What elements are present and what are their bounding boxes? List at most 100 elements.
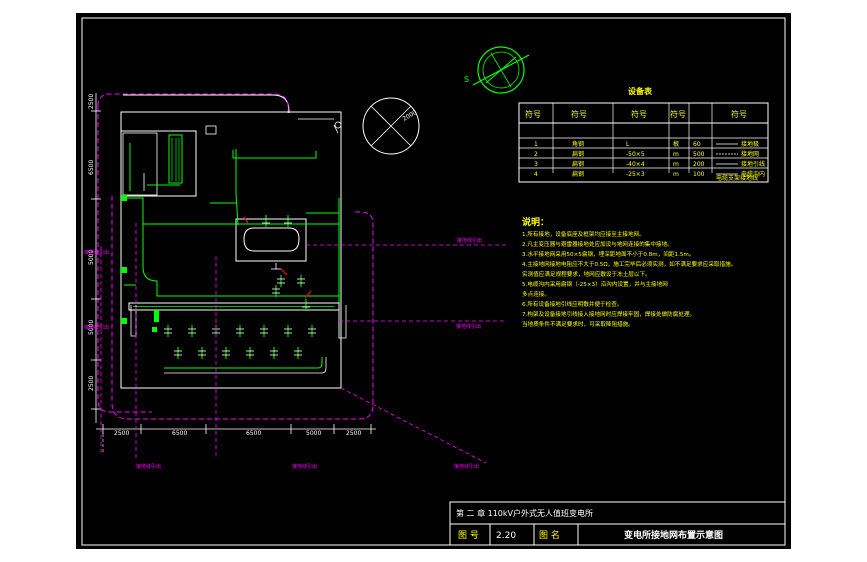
dim-left: 6500 — [88, 160, 95, 175]
control-building — [120, 130, 197, 197]
site-plan — [97, 93, 374, 420]
dim-left: 2500 — [88, 94, 95, 109]
table-cell-no: 1 — [534, 141, 538, 148]
equipment-mark — [164, 325, 172, 337]
dim-bottom: 6500 — [172, 430, 187, 437]
drawing-border — [81, 17, 786, 546]
table-cell-unit: m — [673, 151, 679, 158]
dim-bottom: 2500 — [346, 430, 361, 437]
table-header: 符号 — [731, 109, 747, 119]
dim-bottom: 6500 — [246, 430, 261, 437]
equipment-mark — [198, 347, 206, 359]
table-cell-spec: -50×5 — [626, 151, 645, 158]
note-line: 2.凡主变压器与避雷器接地处应加设与地网连接的集中接地。 — [522, 240, 673, 248]
leader-label: 接地线引出 — [136, 463, 161, 470]
fig-number: 2.20 — [496, 531, 516, 541]
transformer-area — [235, 218, 307, 270]
note-line: 7.构架及设备接地引线接入接地网时应焊接牢固，焊接处做防腐处理。 — [522, 310, 695, 318]
equipment-mark — [174, 347, 182, 359]
equipment-mark — [236, 325, 244, 337]
leader-label: 接地线引出 — [456, 323, 481, 330]
table-header: 符号 — [670, 109, 686, 119]
dim-bottom: 2500 — [114, 430, 129, 437]
boundary-path — [97, 93, 289, 113]
table-cell-no: 3 — [534, 161, 538, 168]
equipment-mark — [246, 347, 254, 359]
equipment-mark — [277, 275, 285, 287]
table-cell-unit: m — [673, 171, 679, 178]
note-line: 4.主接地网接地电阻应不大于0.5Ω，施工完毕后必须实测，如不满足要求应采取措施… — [522, 260, 736, 268]
equipment-mark — [272, 285, 280, 297]
table-cell-no: 4 — [534, 171, 538, 178]
equipment-mark — [297, 275, 305, 287]
equipment-mark — [284, 215, 292, 227]
table-cell-qty: 200 — [693, 161, 705, 168]
leader-label: 接地线引出 — [84, 249, 109, 256]
table-cell-name: 角钢 — [572, 140, 584, 148]
table-cell-spec: -25×3 — [626, 171, 645, 178]
leader-label: 接地线引出 — [457, 237, 482, 244]
table-cell-legend: 接地引线 — [741, 160, 765, 168]
table-cell-unit: m — [673, 161, 679, 168]
table-title: 设备表 — [628, 86, 653, 96]
drawing-canvas: S 2000 设备表 符号 符号 符号 符号 符号 1 角钢 L 根 60 接地极 2 扁钢 -… — [76, 13, 791, 549]
site-circle: 2000 — [362, 97, 420, 155]
equipment-mark — [262, 215, 270, 227]
title-block: 第 二 章 110kV户外式无人值班变电所 图 号 2.20 图 名 变电所接地… — [449, 501, 786, 546]
table-cell-name: 扁钢 — [572, 170, 584, 178]
equipment-mark — [308, 325, 316, 337]
table-cell-qty: 100 — [693, 171, 705, 178]
equipment-table: 设备表 符号 符号 符号 符号 符号 1 角钢 L 根 60 接地极 2 扁钢 -50×5 m 50… — [518, 86, 769, 183]
table-cell-spec: -40×4 — [626, 161, 645, 168]
table-cell-no: 2 — [534, 151, 538, 158]
note-line: 实测值应满足规程要求，地网应敷设于冻土层以下。 — [522, 270, 651, 278]
equipment-mark — [294, 347, 302, 359]
ground-rod — [121, 318, 127, 324]
table-cell-spec: L — [626, 141, 630, 148]
ground-rod — [121, 195, 127, 201]
table-header: 符号 — [525, 109, 541, 119]
dim-bottom: 5000 — [306, 430, 321, 437]
ground-rod — [152, 327, 157, 332]
dimensions-bottom: 2500 6500 6500 5000 2500 — [96, 424, 376, 453]
table-cell-qty: 500 — [693, 151, 705, 158]
boundary-path — [97, 106, 152, 413]
equipment-mark — [260, 325, 268, 337]
fig-number-label: 图 号 — [458, 530, 479, 541]
leader-lines — [100, 223, 506, 464]
compass-label: S — [464, 75, 469, 84]
table-header: 符号 — [571, 109, 587, 119]
ground-rod — [121, 267, 127, 273]
table-cell-qty: 60 — [693, 141, 701, 148]
table-cell-name: 扁钢 — [572, 150, 584, 158]
fence — [120, 111, 342, 389]
note-line: 5.电缆沟内采用扁钢（-25×3）沿沟内设置，并与主接地网 — [522, 280, 668, 288]
equipment-mark — [302, 299, 310, 311]
note-line: 多点连接。 — [522, 290, 550, 298]
equipment-mark — [188, 325, 196, 337]
cable-trench — [128, 302, 347, 374]
notes-title: 说明： — [522, 216, 549, 228]
equipment-mark — [222, 347, 230, 359]
table-footer: 电缆支架接地线 — [716, 174, 758, 182]
leader-label: 接地线引出 — [292, 463, 317, 470]
equipment-mark — [270, 347, 278, 359]
drawing-name: 变电所接地网布置示意图 — [624, 529, 723, 541]
dimensions-left: 2500 6500 5000 5000 2500 — [88, 93, 101, 423]
north-arrow-icon: S — [464, 46, 530, 94]
site-circle-label: 2000 — [402, 109, 419, 123]
table-row: 3 扁钢 -40×4 m 200 接地引线 — [534, 160, 765, 168]
drawing-name-label: 图 名 — [539, 529, 560, 541]
table-row: 1 角钢 L 根 60 接地极 — [534, 140, 759, 148]
leader-label: 接地线引出 — [454, 463, 479, 470]
cad-drawing: S 2000 设备表 符号 符号 符号 符号 符号 1 角钢 L 根 60 接地极 2 扁钢 -… — [81, 17, 786, 546]
table-cell-name: 扁钢 — [572, 160, 584, 168]
table-cell-legend: 接地网 — [741, 150, 759, 158]
table-row: 2 扁钢 -50×5 m 500 接地网 — [534, 150, 759, 158]
dim-left: 2500 — [88, 376, 95, 391]
note-line: 6.所有设备接地引线应明敷并便于检查。 — [522, 300, 622, 308]
chapter-title: 第 二 章 110kV户外式无人值班变电所 — [456, 508, 593, 518]
note-line: 3.水平接地网采用50×5扁钢，埋深距地面不小于0.8m，间距1.5m。 — [522, 250, 694, 258]
notes-block: 说明： 1.所有接地，设备底座及框架均应接至主接地网。 2.凡主变压器与避雷器接地… — [522, 216, 736, 328]
equipment-mark — [284, 325, 292, 337]
